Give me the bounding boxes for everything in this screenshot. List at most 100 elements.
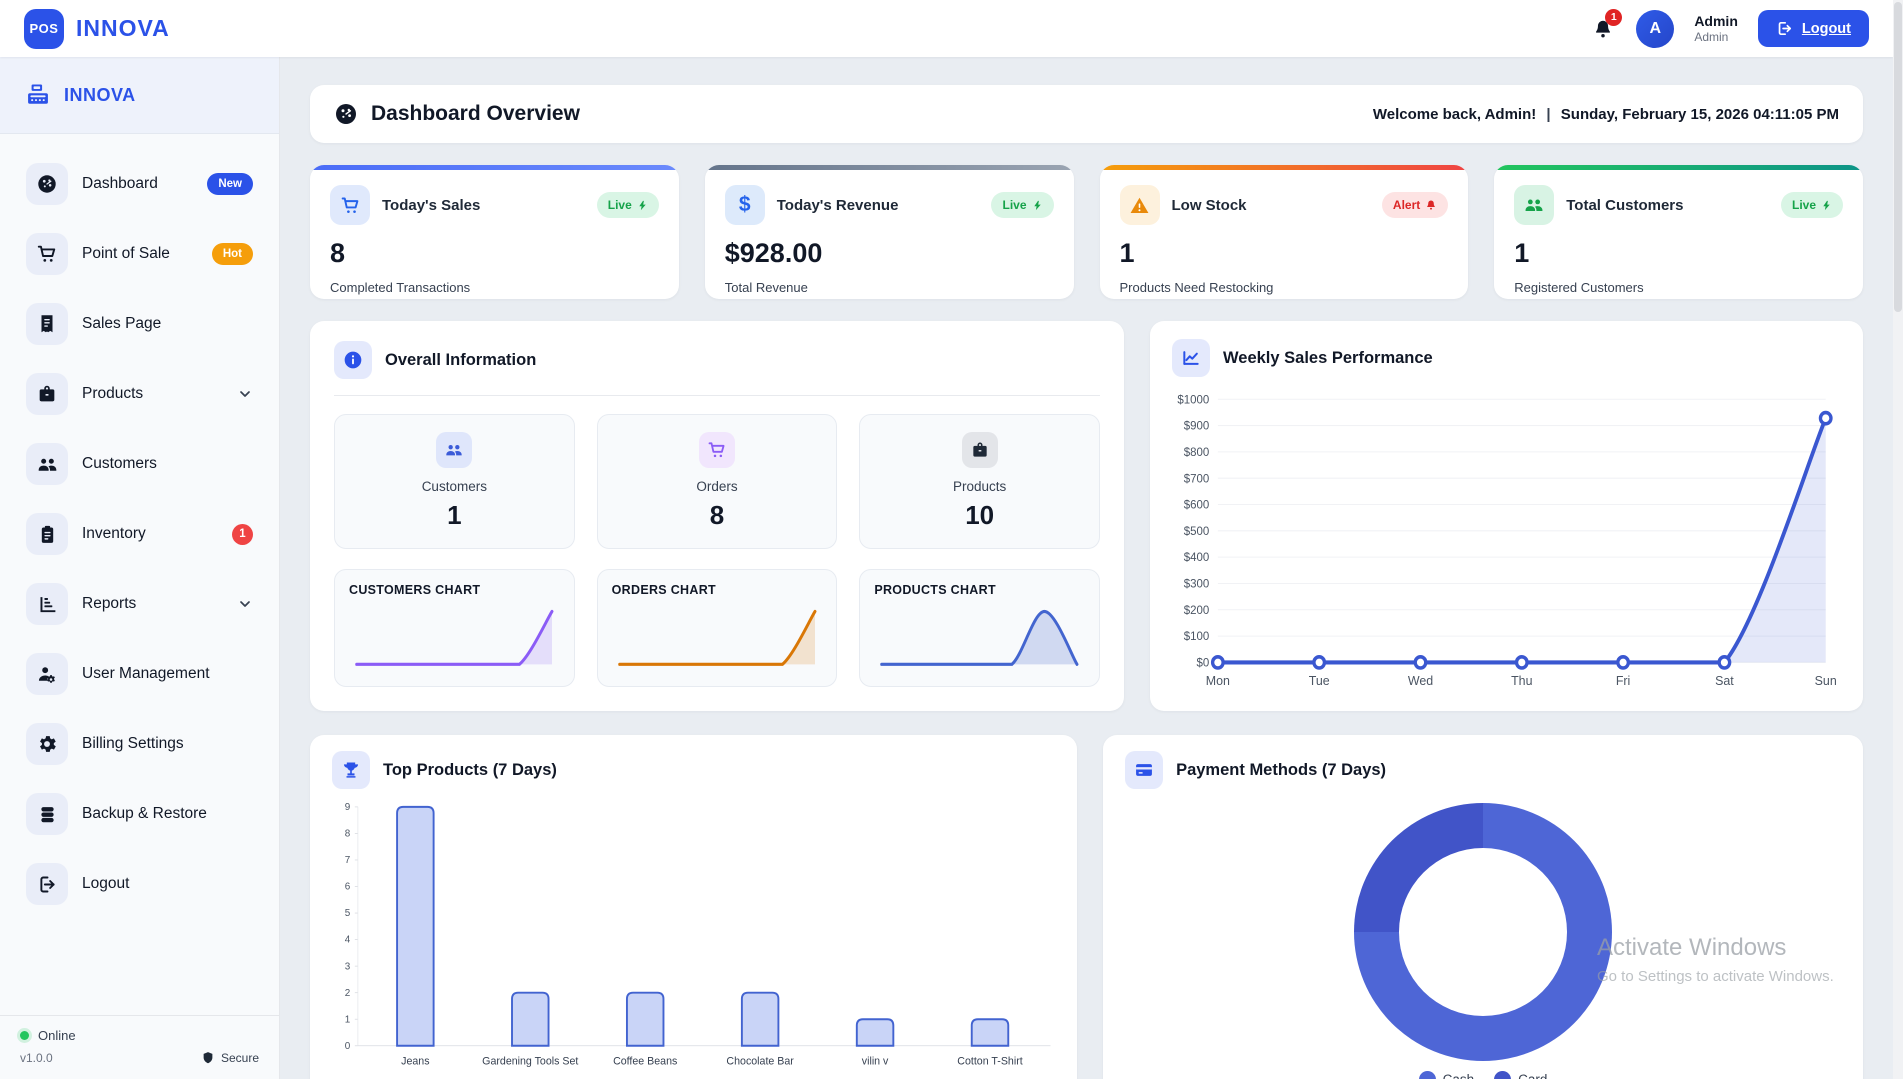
stat-card-todays-revenue: $ Today's Revenue Live $928.00 Total Rev… <box>705 165 1074 299</box>
scrollbar-thumb[interactable] <box>1894 2 1902 312</box>
sidebar-item-products[interactable]: Products <box>16 366 263 422</box>
overall-box-products: Products 10 <box>859 414 1100 549</box>
legend-item-card[interactable]: Card <box>1494 1071 1547 1079</box>
trophy-icon <box>332 751 370 789</box>
badge-label: Live <box>608 198 632 212</box>
logout-button[interactable]: Logout <box>1758 10 1869 47</box>
credit-card-icon <box>1125 751 1163 789</box>
logout-icon <box>1776 20 1793 37</box>
svg-text:1: 1 <box>345 1014 351 1025</box>
sidebar-item-logout[interactable]: Logout <box>16 856 263 912</box>
svg-text:2: 2 <box>345 988 351 999</box>
mini-chart-title: ORDERS CHART <box>612 583 823 597</box>
sidebar-item-point-of-sale[interactable]: Point of Sale Hot <box>16 226 263 282</box>
stat-subtitle: Registered Customers <box>1514 280 1843 295</box>
cart-icon <box>330 185 370 225</box>
svg-text:$1000: $1000 <box>1177 392 1209 406</box>
receipt-icon <box>26 303 68 345</box>
app-brand: POS INNOVA <box>24 9 170 49</box>
sidebar-item-inventory[interactable]: Inventory 1 <box>16 506 263 562</box>
svg-text:vilin v: vilin v <box>862 1056 889 1068</box>
products-sparkline-chart <box>874 603 1085 677</box>
users-icon <box>436 432 472 468</box>
svg-text:$200: $200 <box>1184 602 1210 616</box>
svg-text:$100: $100 <box>1184 629 1210 643</box>
svg-text:3: 3 <box>345 961 351 972</box>
new-badge: New <box>207 173 253 195</box>
user-avatar[interactable]: A <box>1636 10 1674 48</box>
shield-icon <box>201 1051 215 1065</box>
orders-chart-box: ORDERS CHART <box>597 569 838 687</box>
stat-value: 1 <box>1514 238 1843 269</box>
section-title: Weekly Sales Performance <box>1223 349 1433 368</box>
svg-text:$500: $500 <box>1184 524 1210 538</box>
dashboard-overview-icon <box>334 102 358 126</box>
accent-bar <box>705 165 1074 170</box>
overall-box-label: Orders <box>608 479 827 494</box>
welcome-text: Welcome back, Admin! | Sunday, February … <box>1373 106 1839 123</box>
live-badge: Live <box>1781 192 1843 218</box>
user-meta: Admin Admin <box>1694 13 1738 44</box>
notification-count-badge: 1 <box>1605 9 1622 26</box>
main-content: Dashboard Overview Welcome back, Admin! … <box>280 57 1893 1079</box>
top-header: POS INNOVA 1 A Admin Admin Logout <box>0 0 1893 57</box>
stat-subtitle: Completed Transactions <box>330 280 659 295</box>
weekly-sales-line-chart: $0$100$200$300$400$500$600$700$800$900$1… <box>1172 387 1841 693</box>
pos-logo: POS <box>24 9 64 49</box>
svg-text:Wed: Wed <box>1408 672 1433 687</box>
badge-label: Live <box>1792 198 1816 212</box>
sidebar-brand-title: INNOVA <box>64 85 136 106</box>
svg-text:Mon: Mon <box>1206 672 1230 687</box>
online-status-dot <box>20 1031 29 1040</box>
logout-label: Logout <box>1802 21 1851 37</box>
svg-text:$600: $600 <box>1184 497 1210 511</box>
svg-text:5: 5 <box>345 908 351 919</box>
svg-text:$400: $400 <box>1184 550 1210 564</box>
notifications-button[interactable]: 1 <box>1590 16 1616 42</box>
sidebar-item-label: Point of Sale <box>82 245 170 263</box>
svg-text:Sun: Sun <box>1815 672 1837 687</box>
stat-subtitle: Products Need Restocking <box>1120 280 1449 295</box>
sidebar-item-billing-settings[interactable]: Billing Settings <box>16 716 263 772</box>
box-icon <box>26 373 68 415</box>
stat-title: Low Stock <box>1172 197 1247 214</box>
stat-card-todays-sales: Today's Sales Live 8 Completed Transacti… <box>310 165 679 299</box>
mini-chart-title: CUSTOMERS CHART <box>349 583 560 597</box>
overall-box-orders: Orders 8 <box>597 414 838 549</box>
page-scrollbar[interactable] <box>1893 0 1903 1079</box>
page-heading-card: Dashboard Overview Welcome back, Admin! … <box>310 85 1863 143</box>
svg-text:$0: $0 <box>1197 655 1210 669</box>
svg-text:Thu: Thu <box>1511 672 1532 687</box>
svg-text:Jeans: Jeans <box>401 1056 430 1068</box>
orders-sparkline-chart <box>612 603 823 677</box>
svg-text:0: 0 <box>345 1041 351 1052</box>
sidebar-brand: INNOVA <box>0 57 279 134</box>
sidebar-item-label: Dashboard <box>82 175 158 193</box>
info-icon <box>334 341 372 379</box>
products-chart-box: PRODUCTS CHART <box>859 569 1100 687</box>
svg-text:8: 8 <box>345 828 351 839</box>
sidebar-item-user-management[interactable]: User Management <box>16 646 263 702</box>
svg-text:9: 9 <box>345 802 351 813</box>
svg-text:Coffee Beans: Coffee Beans <box>613 1056 678 1068</box>
accent-bar <box>1100 165 1469 170</box>
overall-box-value: 10 <box>870 500 1089 531</box>
sidebar-item-customers[interactable]: Customers <box>16 436 263 492</box>
overall-box-value: 8 <box>608 500 827 531</box>
sidebar-item-backup-restore[interactable]: Backup & Restore <box>16 786 263 842</box>
legend-item-cash[interactable]: Cash <box>1419 1071 1475 1079</box>
sidebar-item-reports[interactable]: Reports <box>16 576 263 632</box>
section-title: Overall Information <box>385 351 536 370</box>
stat-value: 8 <box>330 238 659 269</box>
payment-methods-card: Payment Methods (7 Days) Cash Card <box>1103 735 1863 1079</box>
sidebar-item-dashboard[interactable]: Dashboard New <box>16 156 263 212</box>
sidebar-item-label: Billing Settings <box>82 735 184 753</box>
card-swatch <box>1494 1071 1511 1079</box>
divider <box>334 395 1100 396</box>
sidebar-item-sales-page[interactable]: Sales Page <box>16 296 263 352</box>
online-status-label: Online <box>38 1028 76 1043</box>
svg-text:$300: $300 <box>1184 576 1210 590</box>
stat-card-low-stock: Low Stock Alert 1 Products Need Restocki… <box>1100 165 1469 299</box>
badge-label: Live <box>1002 198 1026 212</box>
sidebar-item-label: Backup & Restore <box>82 805 207 823</box>
